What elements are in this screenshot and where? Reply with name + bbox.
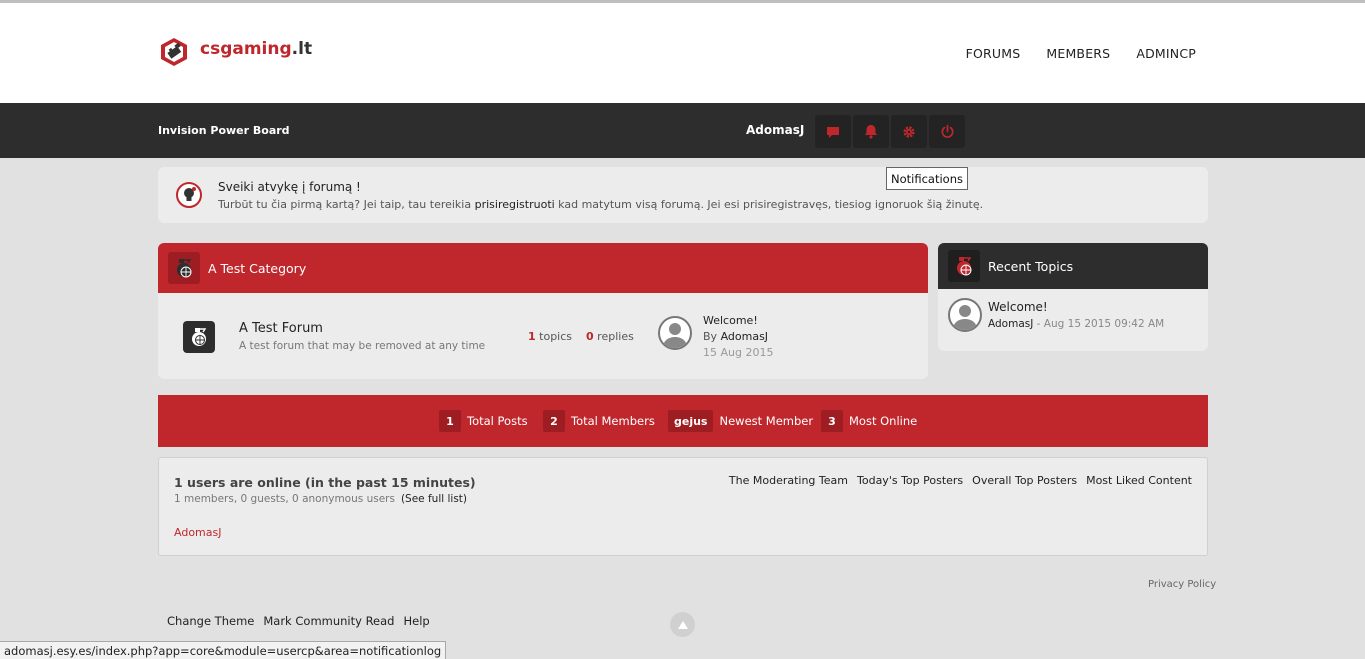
nav-forums[interactable]: FORUMS bbox=[966, 46, 1021, 61]
most-liked-content-link[interactable]: Most Liked Content bbox=[1086, 474, 1192, 487]
topics-count: 1 bbox=[528, 330, 536, 343]
forum-title-link[interactable]: A Test Forum bbox=[239, 321, 323, 336]
notifications-button[interactable] bbox=[853, 115, 889, 148]
last-poster-avatar[interactable] bbox=[658, 316, 692, 350]
replies-count: 0 bbox=[586, 330, 594, 343]
gear-icon bbox=[903, 125, 915, 138]
stat-most-online: 3 Most Online bbox=[821, 410, 917, 432]
triangle-up-icon bbox=[677, 620, 688, 629]
board-name-link[interactable]: Invision Power Board bbox=[158, 124, 290, 137]
user-silhouette-icon bbox=[953, 305, 977, 330]
settings-button[interactable] bbox=[891, 115, 927, 148]
online-user-link[interactable]: AdomasJ bbox=[174, 526, 221, 539]
logout-button[interactable] bbox=[929, 115, 965, 148]
grenade-globe-icon bbox=[957, 257, 972, 276]
todays-top-posters-link[interactable]: Today's Top Posters bbox=[857, 474, 963, 487]
online-users-summary: 1 members, 0 guests, 0 anonymous users (S… bbox=[174, 493, 468, 505]
recent-topics-block: Recent Topics Welcome! AdomasJ - Aug 15 … bbox=[938, 243, 1208, 351]
recent-topic-meta: AdomasJ - Aug 15 2015 09:42 AM bbox=[988, 318, 1165, 330]
nav-admincp[interactable]: ADMINCP bbox=[1136, 46, 1196, 61]
power-icon bbox=[940, 124, 954, 138]
forum-grenade-icon bbox=[192, 328, 207, 346]
online-links: The Moderating Team Today's Top Posters … bbox=[729, 474, 1192, 487]
recent-topic-author[interactable]: AdomasJ bbox=[988, 318, 1033, 330]
last-post-title[interactable]: Welcome! bbox=[703, 314, 758, 327]
forum-stats: 1 topics 0 replies bbox=[528, 330, 634, 343]
newest-member-link[interactable]: gejus bbox=[668, 410, 714, 432]
recent-topic-avatar[interactable] bbox=[948, 298, 982, 332]
user-bar: Invision Power Board AdomasJ bbox=[0, 103, 1365, 158]
forum-description: A test forum that may be removed at any … bbox=[239, 340, 486, 352]
main-nav: FORUMS MEMBERS ADMINCP bbox=[966, 46, 1196, 61]
overall-top-posters-link[interactable]: Overall Top Posters bbox=[972, 474, 1077, 487]
notifications-tooltip: Notifications bbox=[886, 167, 968, 190]
back-to-top-button[interactable] bbox=[670, 612, 695, 637]
footer-links: Change Theme Mark Community Read Help bbox=[167, 614, 430, 628]
register-link[interactable]: prisiregistruoti bbox=[475, 198, 555, 211]
online-users-block: 1 users are online (in the past 15 minut… bbox=[158, 457, 1208, 556]
see-full-list-link[interactable]: (See full list) bbox=[401, 493, 467, 505]
privacy-policy-link[interactable]: Privacy Policy bbox=[1148, 579, 1216, 590]
online-users-title: 1 users are online (in the past 15 minut… bbox=[174, 475, 476, 490]
site-logo[interactable]: csgaming.lt bbox=[158, 36, 312, 68]
board-stats-bar: 1 Total Posts 2 Total Members gejus Newest … bbox=[158, 395, 1208, 447]
welcome-text: Turbūt tu čia pirmą kartą? Jei taip, tau… bbox=[218, 198, 984, 211]
site-header: csgaming.lt FORUMS MEMBERS ADMINCP bbox=[0, 3, 1365, 103]
category-block: A Test Category A Test Forum A test foru… bbox=[158, 243, 928, 379]
recent-topics-header: Recent Topics bbox=[938, 243, 1208, 289]
username-link[interactable]: AdomasJ bbox=[746, 123, 804, 137]
grenade-globe-icon bbox=[177, 259, 192, 278]
last-post-date: 15 Aug 2015 bbox=[703, 346, 774, 359]
lightbulb-icon bbox=[176, 182, 202, 208]
mark-community-read-link[interactable]: Mark Community Read bbox=[263, 614, 394, 628]
user-silhouette-icon bbox=[663, 323, 687, 348]
bell-icon bbox=[865, 125, 877, 139]
last-post-author[interactable]: AdomasJ bbox=[721, 330, 768, 343]
nav-members[interactable]: MEMBERS bbox=[1046, 46, 1110, 61]
stat-newest-member: gejus Newest Member bbox=[668, 410, 813, 432]
moderating-team-link[interactable]: The Moderating Team bbox=[729, 474, 848, 487]
messages-button[interactable] bbox=[815, 115, 851, 148]
browser-status-bar: adomasj.esy.es/index.php?app=core&module… bbox=[0, 641, 447, 659]
stat-total-posts: 1 Total Posts bbox=[439, 410, 528, 432]
logo-tld: .lt bbox=[291, 39, 313, 59]
recent-topics-title: Recent Topics bbox=[988, 259, 1074, 274]
logo-name: csgaming bbox=[200, 39, 292, 59]
category-header: A Test Category bbox=[158, 243, 928, 293]
logo-grenade-icon bbox=[161, 38, 187, 66]
help-link[interactable]: Help bbox=[403, 614, 429, 628]
change-theme-link[interactable]: Change Theme bbox=[167, 614, 254, 628]
last-post-by: By AdomasJ bbox=[703, 330, 769, 343]
stat-total-members: 2 Total Members bbox=[543, 410, 655, 432]
chat-icon bbox=[827, 126, 839, 138]
welcome-title: Sveiki atvykę į forumą ! bbox=[218, 180, 361, 194]
recent-topic-title[interactable]: Welcome! bbox=[988, 300, 1048, 314]
category-title[interactable]: A Test Category bbox=[208, 261, 306, 276]
welcome-notice: Sveiki atvykę į forumą ! Turbūt tu čia p… bbox=[158, 167, 1208, 223]
